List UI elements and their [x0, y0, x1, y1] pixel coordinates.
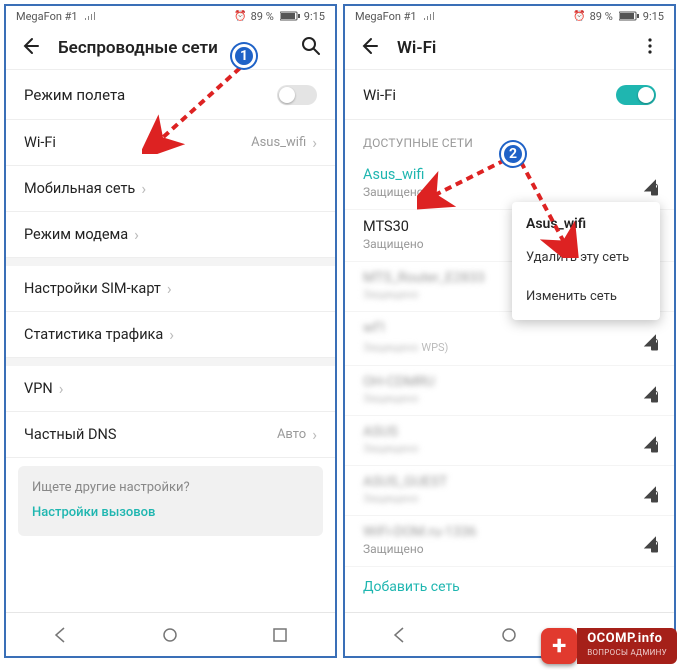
screenshot-left: MegaFon #1 ⏰ 89 % 9:15 Беспроводные сети…: [4, 4, 337, 658]
row-label: Режим полета: [24, 86, 125, 104]
network-name: WiFi-DOM.ru-1336: [363, 524, 656, 540]
network-status: Защищено: [363, 492, 656, 505]
clock: 9:15: [643, 10, 664, 23]
network-blurred[interactable]: OH-CDMRU Защищено ◢: [345, 366, 674, 416]
nav-recent-icon[interactable]: [269, 624, 291, 646]
row-wifi[interactable]: Wi-Fi Asus_wifi ›: [6, 120, 335, 166]
back-icon[interactable]: [20, 36, 40, 60]
alarm-icon: ⏰: [234, 11, 246, 22]
battery-icon: [619, 11, 639, 21]
content-area: Режим полета Wi-Fi Asus_wifi › Мобильная…: [6, 70, 335, 612]
status-bar: MegaFon #1 ⏰ 89 % 9:15: [6, 6, 335, 26]
page-title: Wi-Fi: [397, 38, 436, 58]
title-bar: Wi-Fi: [345, 26, 674, 70]
network-status: Защищено: [363, 392, 656, 405]
wifi-signal-icon: ◢: [644, 174, 656, 193]
nav-back-icon[interactable]: [389, 624, 411, 646]
ctx-delete-network[interactable]: Удалить эту сеть: [512, 238, 660, 277]
row-mobile-network[interactable]: Мобильная сеть ›: [6, 166, 335, 212]
status-bar: MegaFon #1 ⏰ 89 % 9:15: [345, 6, 674, 26]
chevron-right-icon: ›: [59, 379, 64, 398]
wifi-signal-icon: ◢: [644, 381, 656, 400]
title-bar: Беспроводные сети: [6, 26, 335, 70]
wifi-value: Asus_wifi: [251, 135, 306, 150]
nav-home-icon[interactable]: [498, 624, 520, 646]
wifi-signal-icon: ◢: [644, 481, 656, 500]
row-sim-settings[interactable]: Настройки SIM-карт ›: [6, 266, 335, 312]
row-airplane-mode[interactable]: Режим полета: [6, 70, 335, 120]
row-private-dns[interactable]: Частный DNS Авто ›: [6, 412, 335, 458]
network-name: ASUS_GUEST: [363, 474, 656, 490]
add-network-link[interactable]: Добавить сеть: [345, 567, 674, 607]
network-status: Защищено: [363, 185, 656, 199]
network-name: Asus_wifi: [363, 166, 656, 183]
wifi-signal-icon: ◢: [644, 532, 656, 551]
kebab-menu-icon[interactable]: [640, 36, 660, 60]
chevron-right-icon: ›: [169, 325, 174, 344]
alarm-icon: ⏰: [573, 11, 585, 22]
row-label: Wi-Fi: [24, 134, 56, 151]
row-traffic-stats[interactable]: Статистика трафика ›: [6, 312, 335, 358]
network-context-menu: Asus_wifi Удалить эту сеть Изменить сеть: [512, 202, 660, 320]
signal-icon: [423, 11, 435, 21]
row-label: Wi-Fi: [363, 86, 396, 104]
section-gap: [6, 358, 335, 366]
row-label: Настройки SIM-карт: [24, 280, 161, 297]
wifi-signal-icon: ◢: [644, 431, 656, 450]
nav-back-icon[interactable]: [50, 624, 72, 646]
carrier-text: MegaFon #1: [355, 10, 417, 23]
watermark-text: OCOMP.info ВОПРОСЫ АДМИНУ: [577, 628, 677, 664]
chevron-right-icon: ›: [134, 225, 139, 244]
network-wifi-dom[interactable]: WiFi-DOM.ru-1336 Защищено ◢: [345, 516, 674, 567]
carrier-text: MegaFon #1: [16, 10, 78, 23]
search-icon[interactable]: [301, 36, 321, 60]
wifi-signal-icon: ◢: [644, 329, 656, 348]
annotation-badge-2: 2: [501, 142, 525, 166]
watermark-plus-icon: +: [541, 628, 577, 664]
network-name: OH-CDMRU: [363, 374, 656, 390]
chevron-right-icon: ›: [312, 133, 317, 152]
row-label: VPN: [24, 380, 53, 397]
clock: 9:15: [304, 10, 325, 23]
row-label: Мобильная сеть: [24, 180, 135, 197]
watermark: + OCOMP.info ВОПРОСЫ АДМИНУ: [541, 628, 677, 664]
network-blurred[interactable]: ASUS_GUEST Защищено ◢: [345, 466, 674, 516]
screenshot-right: MegaFon #1 ⏰ 89 % 9:15 Wi-Fi Wi-Fi ДОСТУ…: [343, 4, 676, 658]
back-icon[interactable]: [359, 36, 379, 60]
battery-icon: [280, 11, 300, 21]
wifi-toggle[interactable]: [616, 85, 656, 105]
network-status: Защищено: [363, 341, 419, 354]
row-label: Режим модема: [24, 226, 128, 243]
row-label: Частный DNS: [24, 426, 116, 443]
airplane-toggle[interactable]: [277, 85, 317, 105]
network-name: wf1: [363, 320, 656, 336]
annotation-badge-1: 1: [232, 44, 256, 68]
chevron-right-icon: ›: [312, 425, 317, 444]
dns-value: Авто: [277, 427, 306, 442]
page-title: Беспроводные сети: [58, 38, 218, 58]
signal-icon: [84, 11, 96, 21]
hint-link-call-settings[interactable]: Настройки вызовов: [32, 505, 309, 520]
hint-card: Ищете другие настройки? Настройки вызово…: [18, 466, 323, 536]
android-navbar: [6, 612, 335, 656]
network-blurred[interactable]: wf1 Защищено WPS) ◢: [345, 312, 674, 366]
network-name: ASUS: [363, 424, 656, 440]
battery-pct: 89 %: [251, 10, 274, 23]
network-status: Защищено: [363, 542, 656, 556]
nav-home-icon[interactable]: [159, 624, 181, 646]
network-blurred[interactable]: ASUS Защищено ◢: [345, 416, 674, 466]
row-vpn[interactable]: VPN ›: [6, 366, 335, 412]
network-status: Защищено: [363, 442, 656, 455]
ctx-modify-network[interactable]: Изменить сеть: [512, 277, 660, 316]
battery-pct: 89 %: [590, 10, 613, 23]
row-wifi-master-toggle[interactable]: Wi-Fi: [345, 70, 674, 120]
row-label: Статистика трафика: [24, 326, 163, 343]
ctx-menu-title: Asus_wifi: [512, 206, 660, 238]
chevron-right-icon: ›: [167, 279, 172, 298]
chevron-right-icon: ›: [141, 179, 146, 198]
section-gap: [6, 258, 335, 266]
row-tethering[interactable]: Режим модема ›: [6, 212, 335, 258]
hint-question: Ищете другие настройки?: [32, 480, 309, 495]
